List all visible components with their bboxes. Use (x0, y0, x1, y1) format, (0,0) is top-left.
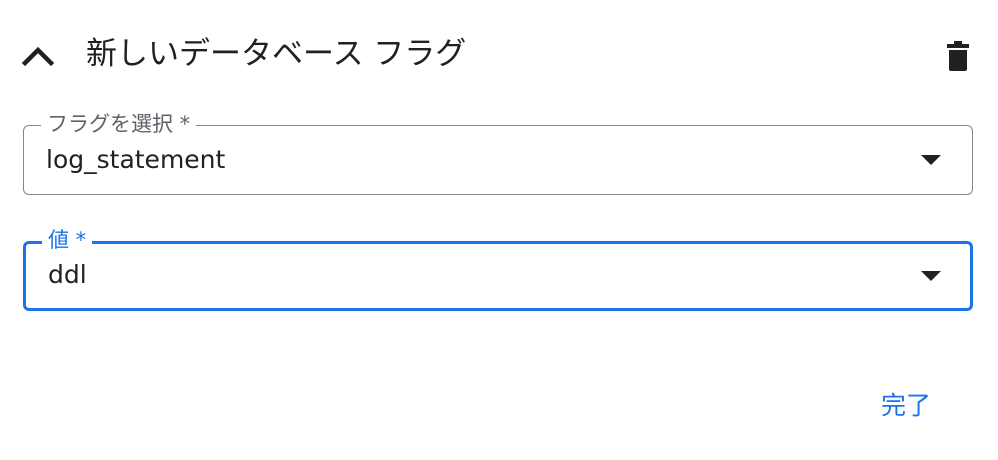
value-select-label: 値 * (42, 226, 93, 254)
value-select[interactable]: 値 * ddl (23, 226, 973, 311)
chevron-up-icon[interactable] (18, 36, 58, 76)
value-select-value: ddl (48, 260, 87, 289)
flag-select-label: フラグを選択 * (41, 110, 197, 138)
dropdown-arrow-icon (921, 271, 941, 281)
chevron-up-icon-svg (21, 46, 55, 67)
done-button[interactable]: 完了 (860, 384, 952, 428)
panel-header: 新しいデータベース フラグ (0, 0, 998, 110)
delete-flag-button[interactable] (936, 36, 980, 76)
dropdown-arrow-icon (921, 155, 941, 165)
flag-select-value: log_statement (46, 145, 226, 174)
flag-select[interactable]: フラグを選択 * log_statement (23, 110, 973, 195)
panel-title: 新しいデータベース フラグ (86, 36, 467, 72)
database-flag-panel: 新しいデータベース フラグ フラグを選択 * log_statement 値 *… (0, 0, 998, 460)
trash-icon (947, 41, 969, 71)
